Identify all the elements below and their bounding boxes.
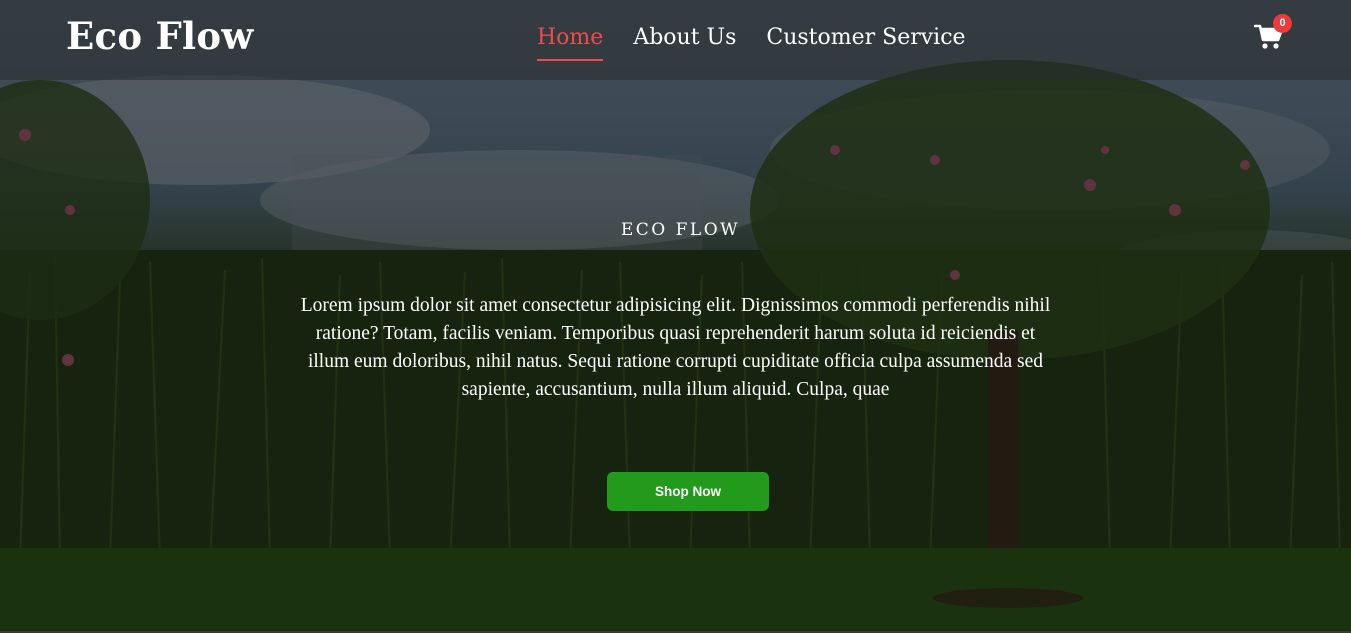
hero-eyebrow: ECO FLOW xyxy=(620,220,741,240)
hero-description: Lorem ipsum dolor sit amet consectetur a… xyxy=(300,295,1051,400)
nav-link-about-us[interactable]: About Us xyxy=(633,24,736,61)
nav-link-customer-service[interactable]: Customer Service xyxy=(766,24,965,61)
top-navbar: Eco Flow Home About Us Customer Service … xyxy=(0,0,1351,80)
nav-link-home[interactable]: Home xyxy=(537,24,604,61)
main-nav: Home About Us Customer Service xyxy=(537,24,966,61)
cart-button[interactable]: 0 xyxy=(1252,14,1292,52)
shop-now-button[interactable]: Shop Now xyxy=(607,472,769,511)
brand-logo[interactable]: Eco Flow xyxy=(66,14,254,58)
cart-count-badge: 0 xyxy=(1273,14,1292,33)
hero-content: ECO FLOW Lorem ipsum dolor sit amet cons… xyxy=(0,220,1351,404)
